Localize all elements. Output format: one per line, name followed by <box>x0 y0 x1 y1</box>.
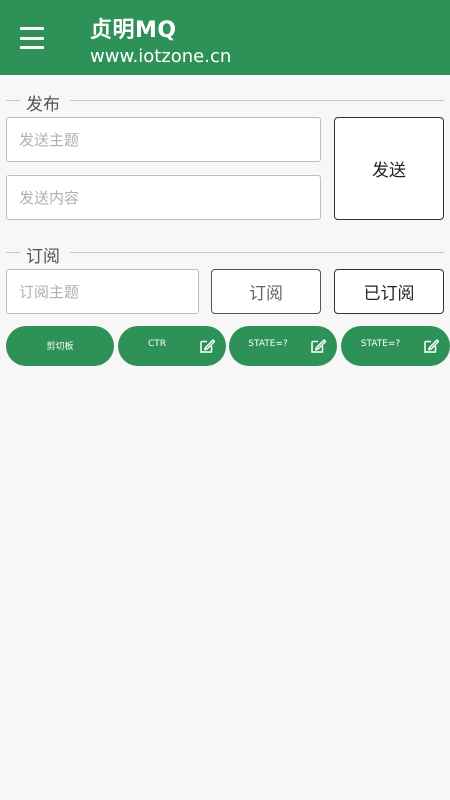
app-title: 贞明MQ <box>90 18 177 43</box>
subscribe-topic-input[interactable] <box>6 269 199 314</box>
publish-topic-input[interactable] <box>6 117 321 162</box>
quick-button-clipboard[interactable]: 剪切板 <box>6 326 114 366</box>
subscribed-button-label: 已订阅 <box>363 284 415 304</box>
quick-button-state-2[interactable]: STATE=? <box>341 326 450 366</box>
edit-icon[interactable] <box>198 337 216 355</box>
subscribe-button-label: 订阅 <box>249 284 283 304</box>
edit-icon[interactable] <box>309 337 327 355</box>
send-button-label: 发送 <box>372 161 406 181</box>
subscribe-section-header: 订阅 <box>6 242 444 267</box>
subscribed-button[interactable]: 已订阅 <box>334 269 444 314</box>
publish-content-input[interactable] <box>6 175 321 220</box>
subscribe-legend: 订阅 <box>26 247 60 267</box>
quick-button-state-1[interactable]: STATE=? <box>229 326 337 366</box>
publish-section-header: 发布 <box>6 90 444 115</box>
app-subtitle: www.iotzone.cn <box>90 46 232 67</box>
quick-button-label: 剪切板 <box>46 342 74 352</box>
quick-button-label: STATE=? <box>360 339 401 349</box>
send-button[interactable]: 发送 <box>334 117 444 220</box>
quick-button-ctr[interactable]: CTR <box>118 326 226 366</box>
publish-legend: 发布 <box>26 95 60 115</box>
quick-button-label: STATE=? <box>248 339 288 349</box>
edit-icon[interactable] <box>422 337 440 355</box>
app-bar: 贞明MQ www.iotzone.cn <box>0 0 450 75</box>
quick-button-label: CTR <box>147 339 167 349</box>
subscribe-button[interactable]: 订阅 <box>211 269 321 314</box>
menu-icon[interactable] <box>20 27 50 49</box>
